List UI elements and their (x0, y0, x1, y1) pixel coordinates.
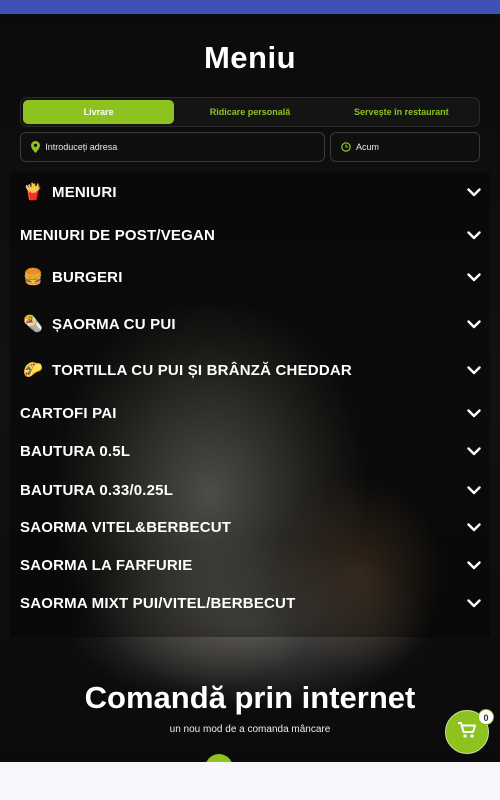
menu-category-row[interactable]: 🍟 MENIURI (20, 177, 482, 207)
footer-subtitle: un nou mod de a comanda mâncare (169, 724, 331, 735)
cart-button[interactable]: 0 (445, 709, 494, 754)
menu-category-row[interactable]: 🌮 TORTILLA CU PUI ȘI BRÂNZĂ CHEDDAR (20, 355, 482, 385)
location-pin-icon (31, 141, 40, 153)
chevron-down-icon[interactable] (466, 269, 482, 285)
chevron-down-icon[interactable] (466, 184, 482, 200)
menu-category-row[interactable]: BAUTURA 0.33/0.25L (20, 475, 482, 505)
menu-category-row[interactable]: CARTOFI PAI (20, 398, 482, 428)
menu-category-row[interactable]: SAORMA VITEL&BERBECUT (20, 512, 482, 542)
menu-category-row[interactable]: MENIURI DE POST/VEGAN (20, 220, 482, 250)
order-type-tabs: Livrare Ridicare personală Servește în r… (20, 97, 480, 127)
tab-pickup[interactable]: Ridicare personală (174, 100, 325, 124)
chevron-down-icon[interactable] (466, 443, 482, 459)
chevron-down-icon[interactable] (466, 482, 482, 498)
menu-category-label: BURGERI (52, 268, 123, 286)
address-field[interactable] (20, 132, 325, 162)
menu-category-label: SAORMA LA FARFURIE (20, 556, 193, 574)
chevron-down-icon[interactable] (466, 595, 482, 611)
time-field[interactable]: Acum (330, 132, 480, 162)
status-bar (0, 0, 500, 14)
menu-category-label: SAORMA MIXT PUI/VITEL/BERBECUT (20, 594, 296, 612)
menu-category-row[interactable]: 🌯 ȘAORMA CU PUI (20, 309, 482, 339)
menu-category-label: BAUTURA 0.5L (20, 442, 131, 460)
page-title: Meniu (203, 40, 297, 75)
category-icon: 🌯 (23, 316, 43, 333)
menu-category-row[interactable]: SAORMA MIXT PUI/VITEL/BERBECUT (20, 588, 482, 618)
menu-category-label: BAUTURA 0.33/0.25L (20, 481, 174, 499)
menu-category-label: MENIURI DE POST/VEGAN (20, 226, 216, 244)
bottom-bar (0, 762, 500, 800)
time-value: Acum (356, 142, 380, 152)
cart-count-badge: 0 (478, 709, 494, 725)
menu-category-row[interactable]: BAUTURA 0.5L (20, 436, 482, 466)
chevron-down-icon[interactable] (466, 227, 482, 243)
menu-category-label: MENIURI (52, 183, 117, 201)
clock-icon (341, 141, 351, 153)
chevron-down-icon[interactable] (466, 557, 482, 573)
menu-category-label: TORTILLA CU PUI ȘI BRÂNZĂ CHEDDAR (52, 361, 352, 379)
address-input[interactable] (45, 142, 324, 152)
chevron-down-icon[interactable] (466, 519, 482, 535)
footer-title: Comandă prin internet (84, 680, 416, 715)
chevron-down-icon[interactable] (466, 405, 482, 421)
menu-category-label: ȘAORMA CU PUI (52, 315, 176, 333)
tab-delivery[interactable]: Livrare (23, 100, 175, 124)
menu-category-label: CARTOFI PAI (20, 404, 117, 422)
menu-category-row[interactable]: SAORMA LA FARFURIE (20, 550, 482, 580)
menu-category-row[interactable]: 🍔 BURGERI (20, 262, 482, 292)
menu-category-label: SAORMA VITEL&BERBECUT (20, 518, 232, 536)
chevron-down-icon[interactable] (466, 316, 482, 332)
tab-dine-in[interactable]: Servește în restaurant (326, 100, 477, 124)
cart-icon (457, 721, 477, 744)
category-icon: 🍔 (23, 269, 43, 286)
category-icon: 🌮 (23, 362, 43, 379)
chevron-down-icon[interactable] (466, 362, 482, 378)
category-icon: 🍟 (23, 184, 43, 201)
